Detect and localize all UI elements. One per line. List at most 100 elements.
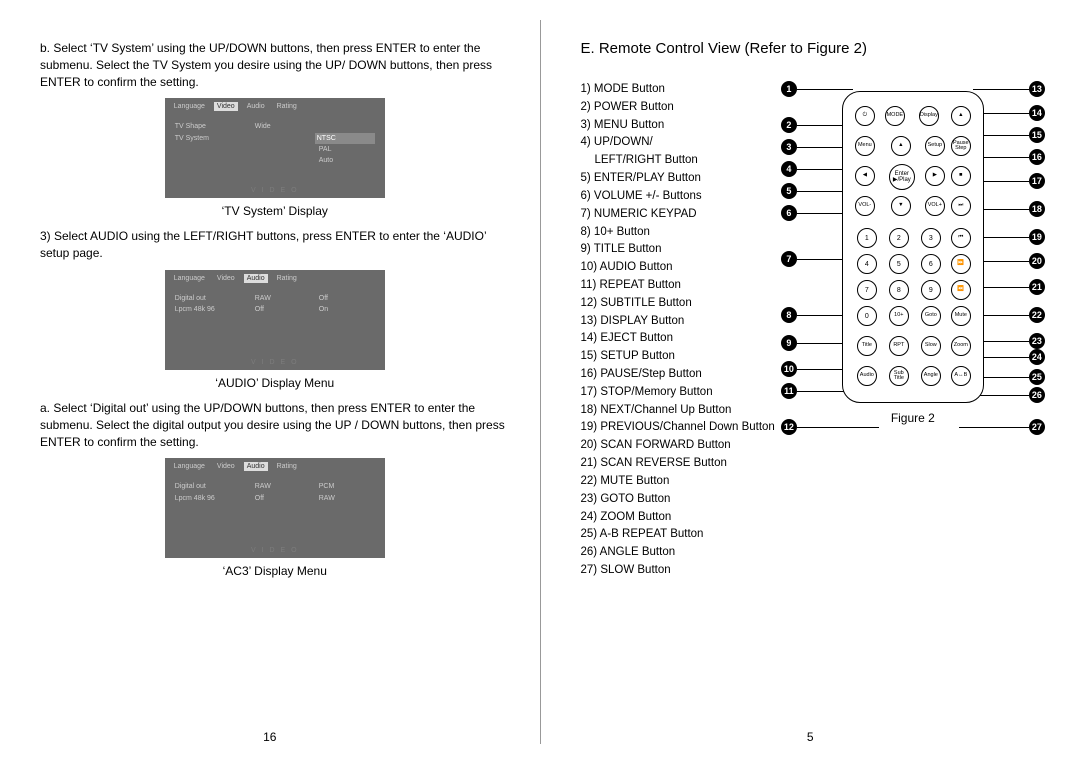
callout-10: 10 [781, 361, 797, 377]
callout-27: 27 [1029, 419, 1045, 435]
list-item: 16) PAUSE/Step Button [581, 366, 775, 384]
callout-22: 22 [1029, 307, 1045, 323]
num-2: 2 [889, 228, 909, 248]
audio-menu: Language Video Audio Rating Digital outR… [165, 270, 385, 370]
callout-7: 7 [781, 251, 797, 267]
list-item: 7) NUMERIC KEYPAD [581, 206, 775, 224]
stop-icon: ■ [951, 166, 971, 186]
page-number-left: 16 [0, 730, 540, 744]
list-item: LEFT/RIGHT Button [581, 152, 775, 170]
figure-caption: Figure 2 [783, 411, 1043, 425]
page-number-right: 5 [541, 730, 1080, 744]
enter-play-button: Enter ▶/Play [889, 164, 915, 190]
left-page: b. Select ‘TV System’ using the UP/DOWN … [0, 0, 540, 764]
callout-6: 6 [781, 205, 797, 221]
num-8: 8 [889, 280, 909, 300]
list-item: 3) MENU Button [581, 117, 775, 135]
list-item: 14) EJECT Button [581, 330, 775, 348]
list-item: 24) ZOOM Button [581, 509, 775, 527]
list-item: 6) VOLUME +/- Buttons [581, 188, 775, 206]
step-a: a. Select ‘Digital out’ using the UP/DOW… [40, 400, 510, 450]
step-b: b. Select ‘TV System’ using the UP/DOWN … [40, 40, 510, 90]
list-item: 23) GOTO Button [581, 491, 775, 509]
list-item: 10) AUDIO Button [581, 259, 775, 277]
callout-4: 4 [781, 161, 797, 177]
down-icon: ▼ [891, 196, 911, 216]
list-item: 22) MUTE Button [581, 473, 775, 491]
list-item: 12) SUBTITLE Button [581, 295, 775, 313]
callout-19: 19 [1029, 229, 1045, 245]
callout-2: 2 [781, 117, 797, 133]
list-item: 13) DISPLAY Button [581, 313, 775, 331]
zoom-button: Zoom [951, 336, 971, 356]
repeat-button: RPT [889, 336, 909, 356]
list-item: 18) NEXT/Channel Up Button [581, 402, 775, 420]
num-0: 0 [857, 306, 877, 326]
mute-button: Mute [951, 306, 971, 326]
callout-9: 9 [781, 335, 797, 351]
callout-23: 23 [1029, 333, 1045, 349]
section-title: E. Remote Control View (Refer to Figure … [581, 40, 1051, 57]
next-icon: ⏭ [951, 196, 971, 216]
callout-17: 17 [1029, 173, 1045, 189]
display-button: Display [919, 106, 939, 126]
callout-25: 25 [1029, 369, 1045, 385]
callout-21: 21 [1029, 279, 1045, 295]
title-button: Title [857, 336, 877, 356]
list-item: 2) POWER Button [581, 99, 775, 117]
list-item: 25) A-B REPEAT Button [581, 526, 775, 544]
callout-8: 8 [781, 307, 797, 323]
angle-button: Angle [921, 366, 941, 386]
callout-11: 11 [781, 383, 797, 399]
ab-repeat-button: A↔B [951, 366, 971, 386]
caption-ac3: ‘AC3’ Display Menu [40, 564, 510, 578]
callout-12: 12 [781, 419, 797, 435]
left-icon: ◀ [855, 166, 875, 186]
tv-system-menu: Language Video Audio Rating TV ShapeWide… [165, 98, 385, 198]
list-item: 26) ANGLE Button [581, 544, 775, 562]
callout-15: 15 [1029, 127, 1045, 143]
callout-5: 5 [781, 183, 797, 199]
callout-3: 3 [781, 139, 797, 155]
rew-icon: ⏪ [951, 280, 971, 300]
remote-outline: ⏻ MODE Display ▲ Menu ▲ Setup Pause Step… [842, 91, 984, 403]
list-item: 9) TITLE Button [581, 241, 775, 259]
list-item: 11) REPEAT Button [581, 277, 775, 295]
ac3-menu: Language Video Audio Rating Digital outR… [165, 458, 385, 558]
ten-plus-button: 10+ [889, 306, 909, 326]
callout-13: 13 [1029, 81, 1045, 97]
slow-button: Slow [921, 336, 941, 356]
pause-step-button: Pause Step [951, 136, 971, 156]
list-item: 20) SCAN FORWARD Button [581, 437, 775, 455]
ffwd-icon: ⏩ [951, 254, 971, 274]
num-6: 6 [921, 254, 941, 274]
num-3: 3 [921, 228, 941, 248]
step-3: 3) Select AUDIO using the LEFT/RIGHT but… [40, 228, 510, 262]
list-item: 1) MODE Button [581, 81, 775, 99]
remote-button-list: 1) MODE Button 2) POWER Button 3) MENU B… [581, 81, 775, 580]
callout-14: 14 [1029, 105, 1045, 121]
num-1: 1 [857, 228, 877, 248]
callout-24: 24 [1029, 349, 1045, 365]
caption-tv-system: ‘TV System’ Display [40, 204, 510, 218]
callout-1: 1 [781, 81, 797, 97]
callout-20: 20 [1029, 253, 1045, 269]
list-item: 8) 10+ Button [581, 224, 775, 242]
power-icon: ⏻ [855, 106, 875, 126]
remote-diagram: 1 2 3 4 5 6 7 8 9 10 11 12 13 14 15 16 1… [783, 81, 1043, 425]
callout-16: 16 [1029, 149, 1045, 165]
num-4: 4 [857, 254, 877, 274]
callout-26: 26 [1029, 387, 1045, 403]
list-item: 27) SLOW Button [581, 562, 775, 580]
vol-up-button: VOL+ [925, 196, 945, 216]
menu-button: Menu [855, 136, 875, 156]
num-7: 7 [857, 280, 877, 300]
num-9: 9 [921, 280, 941, 300]
mode-button: MODE [885, 106, 905, 126]
num-5: 5 [889, 254, 909, 274]
list-item: 4) UP/DOWN/ [581, 134, 775, 152]
list-item: 19) PREVIOUS/Channel Down Button [581, 419, 775, 437]
callout-18: 18 [1029, 201, 1045, 217]
prev-icon: ⏮ [951, 228, 971, 248]
right-page: E. Remote Control View (Refer to Figure … [541, 0, 1080, 764]
